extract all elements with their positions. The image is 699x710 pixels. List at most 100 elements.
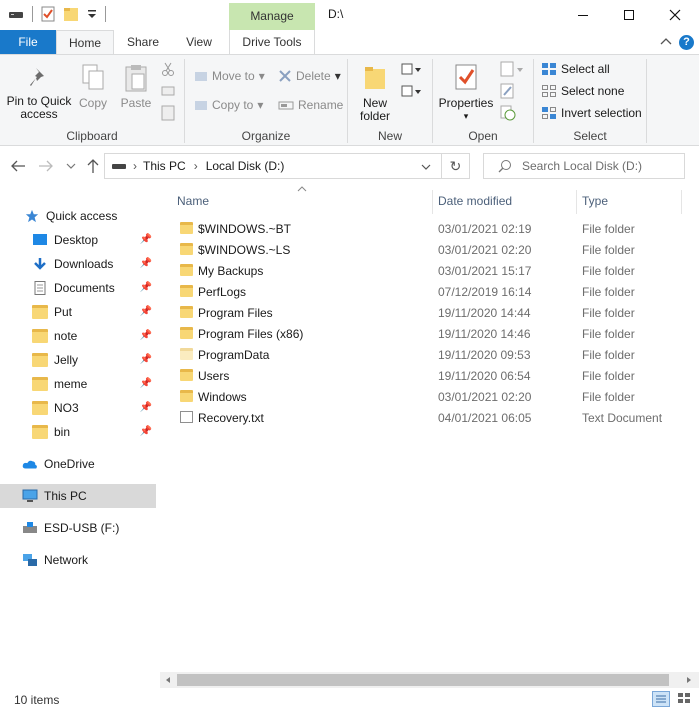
copy-path-icon[interactable] [161, 85, 175, 97]
column-header-type[interactable]: Type [582, 194, 608, 208]
tab-share[interactable]: Share [118, 30, 168, 54]
breadcrumb-local-disk[interactable]: Local Disk (D:) [206, 159, 285, 173]
select-all-button[interactable]: Select all [541, 62, 610, 76]
column-header-name[interactable]: Name [177, 194, 209, 208]
new-folder-icon [365, 67, 385, 89]
close-button[interactable] [652, 0, 698, 30]
up-arrow-icon[interactable] [86, 158, 100, 174]
status-bar: 10 items [0, 688, 699, 710]
new-folder-icon[interactable] [63, 6, 79, 22]
drive-icon[interactable] [8, 7, 24, 21]
table-row[interactable]: Program Files 19/11/2020 14:44 File folder [176, 302, 696, 323]
back-arrow-icon[interactable] [10, 159, 26, 173]
minimize-button[interactable] [560, 0, 606, 30]
nav-network[interactable]: Network [22, 548, 156, 572]
recent-locations-chevron-icon[interactable] [66, 162, 76, 170]
rename-button[interactable]: Rename [278, 98, 343, 112]
ribbon-panel: Pin to Quick access Copy Paste Clipboard… [0, 54, 699, 146]
nav-documents[interactable]: Documents 📌 [32, 276, 156, 300]
details-view-button[interactable] [652, 691, 670, 707]
new-folder-label: New folder [359, 96, 391, 123]
column-divider[interactable] [432, 190, 433, 214]
nav-no3[interactable]: NO3 📌 [32, 396, 156, 420]
column-divider[interactable] [576, 190, 577, 214]
copy-button[interactable]: Copy [76, 63, 110, 110]
nav-jelly-label: Jelly [54, 353, 79, 367]
copy-to-button[interactable]: Copy to ▾ [194, 98, 263, 112]
scrollbar-thumb[interactable] [177, 674, 669, 686]
table-row[interactable]: ProgramData 19/11/2020 09:53 File folder [176, 344, 696, 365]
tab-home[interactable]: Home [56, 30, 114, 54]
nav-onedrive[interactable]: OneDrive [22, 452, 156, 476]
properties-check-icon[interactable] [41, 6, 55, 22]
file-date-modified: 19/11/2020 14:46 [438, 327, 531, 341]
delete-button[interactable]: Delete ▾ [278, 69, 341, 83]
column-header-date-modified[interactable]: Date modified [438, 194, 512, 208]
breadcrumb-this-pc[interactable]: This PC [143, 159, 186, 173]
table-row[interactable]: My Backups 03/01/2021 15:17 File folder [176, 260, 696, 281]
nav-quick-access[interactable]: Quick access [24, 204, 156, 228]
table-row[interactable]: Recovery.txt 04/01/2021 06:05 Text Documen… [176, 407, 696, 428]
table-row[interactable]: Users 19/11/2020 06:54 File folder [176, 365, 696, 386]
select-none-button[interactable]: Select none [541, 84, 624, 98]
cut-icon[interactable] [161, 61, 175, 77]
refresh-button[interactable]: ↻ [441, 153, 470, 179]
column-divider[interactable] [681, 190, 682, 214]
tab-drive-tools[interactable]: Drive Tools [229, 30, 315, 54]
file-date-modified: 07/12/2019 16:14 [438, 285, 532, 299]
tab-file[interactable]: File [0, 30, 56, 54]
large-icons-view-button[interactable] [676, 691, 694, 707]
forward-arrow-icon[interactable] [38, 159, 54, 173]
nav-put[interactable]: Put 📌 [32, 300, 156, 324]
invert-selection-button[interactable]: Invert selection [541, 106, 642, 120]
edit-icon[interactable] [500, 83, 516, 99]
paste-shortcut-icon[interactable] [161, 105, 175, 121]
address-dropdown-chevron-icon[interactable] [421, 163, 431, 171]
file-type: File folder [582, 327, 635, 341]
nav-jelly[interactable]: Jelly 📌 [32, 348, 156, 372]
search-placeholder: Search Local Disk (D:) [522, 159, 643, 173]
pin-quick-access-button[interactable]: Pin to Quick access [4, 65, 74, 121]
nav-esd-usb[interactable]: ESD-USB (F:) [22, 516, 156, 540]
new-item-icon[interactable] [401, 61, 423, 77]
file-date-modified: 03/01/2021 02:20 [438, 243, 532, 257]
select-all-icon [542, 63, 556, 75]
nav-meme[interactable]: meme 📌 [32, 372, 156, 396]
nav-desktop[interactable]: Desktop 📌 [32, 228, 156, 252]
properties-button[interactable]: Properties ▾ [438, 63, 494, 123]
customize-dropdown-icon[interactable] [87, 7, 97, 21]
nav-note[interactable]: note 📌 [32, 324, 156, 348]
pin-icon: 📌 [139, 426, 152, 437]
table-row[interactable]: Windows 03/01/2021 02:20 File folder [176, 386, 696, 407]
help-icon[interactable]: ? [679, 35, 694, 50]
table-row[interactable]: $WINDOWS.~BT 03/01/2021 02:19 File folder [176, 218, 696, 239]
nav-downloads[interactable]: Downloads 📌 [32, 252, 156, 276]
paste-button[interactable]: Paste [118, 63, 154, 110]
new-group-label: New [377, 129, 402, 143]
select-none-label: Select none [561, 84, 625, 98]
horizontal-scrollbar[interactable] [160, 672, 699, 688]
scroll-left-icon[interactable] [164, 676, 172, 684]
maximize-button[interactable] [606, 0, 652, 30]
history-icon[interactable] [500, 105, 516, 121]
address-bar[interactable]: › This PC › Local Disk (D:) [104, 153, 442, 179]
tab-manage[interactable]: Manage [229, 3, 315, 30]
nav-this-pc[interactable]: This PC [0, 484, 156, 508]
folder-icon [180, 264, 193, 276]
nav-bin[interactable]: bin 📌 [32, 420, 156, 444]
new-folder-button[interactable]: New folder [352, 63, 398, 123]
nav-quick-access-label: Quick access [46, 209, 118, 223]
collapse-ribbon-icon[interactable] [660, 36, 672, 46]
tab-view[interactable]: View [176, 30, 222, 54]
folder-icon [180, 348, 193, 360]
easy-access-icon[interactable] [401, 83, 423, 99]
pin-label: Pin to Quick access [6, 94, 72, 121]
open-icon[interactable] [500, 61, 526, 77]
star-icon [25, 209, 39, 223]
table-row[interactable]: PerfLogs 07/12/2019 16:14 File folder [176, 281, 696, 302]
move-to-button[interactable]: Move to ▾ [194, 69, 265, 83]
table-row[interactable]: $WINDOWS.~LS 03/01/2021 02:20 File folder [176, 239, 696, 260]
scroll-right-icon[interactable] [685, 676, 693, 684]
table-row[interactable]: Program Files (x86) 19/11/2020 14:46 File … [176, 323, 696, 344]
search-input[interactable]: Search Local Disk (D:) [483, 153, 685, 179]
